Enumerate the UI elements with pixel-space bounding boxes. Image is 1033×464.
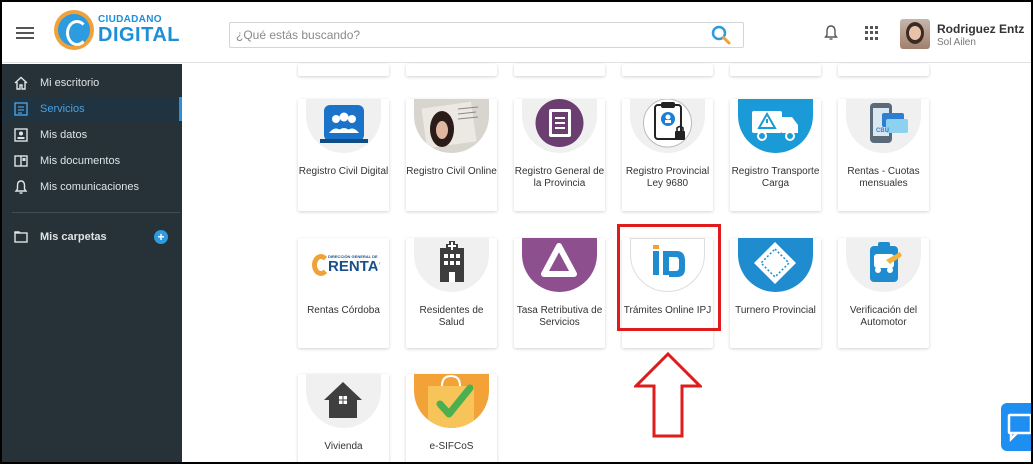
sidebar-item-mi-escritorio[interactable]: Mi escritorio (2, 71, 182, 95)
sidebar-item-servicios[interactable]: Servicios (2, 97, 182, 121)
id-card-icon (14, 128, 28, 142)
ciudadano-digital-logo[interactable]: CIUDADANO DIGITAL (54, 10, 180, 50)
service-card-label: Registro Provincial Ley 9680 (625, 166, 710, 189)
service-card-rentas-cuotas[interactable]: CBU Rentas - Cuotas mensuales (838, 99, 929, 211)
top-bar: CIUDADANO DIGITAL Rodriguez Entz Sol Ail… (2, 2, 1031, 63)
service-card-partial[interactable] (298, 64, 389, 76)
sidebar-item-mis-comunicaciones[interactable]: Mis comunicaciones (2, 175, 182, 199)
sidebar-item-label: Mi escritorio (40, 77, 100, 89)
shopping-bag-check-icon (428, 374, 474, 428)
service-card-e-sifcos[interactable]: e-SIFCoS (406, 374, 497, 462)
service-card-turnero-provincial[interactable]: Turnero Provincial (730, 238, 821, 348)
hospital-icon (440, 241, 464, 282)
service-card-label: Rentas - Cuotas mensuales (847, 166, 920, 189)
sidebar-item-label: Mis comunicaciones (40, 181, 140, 193)
service-card-partial[interactable] (622, 64, 713, 76)
svg-text:CBU: CBU (876, 128, 889, 134)
logo-emblem-icon (54, 10, 94, 50)
chat-button[interactable] (1001, 403, 1031, 451)
documents-icon (14, 155, 28, 167)
sidebar-item-mis-documentos[interactable]: Mis documentos (2, 149, 182, 173)
service-card-label: Vivienda (324, 441, 363, 452)
service-card-label: Verificación del Automotor (849, 305, 918, 328)
service-card-registro-transporte[interactable]: Registro Transporte Carga (730, 99, 821, 211)
up-arrow-annotation-icon (634, 352, 702, 438)
service-card-vivienda[interactable]: Vivienda (298, 374, 389, 462)
service-card-label: Residentes de Salud (419, 305, 484, 328)
ticket-icon (754, 242, 796, 284)
service-card-partial[interactable] (730, 64, 821, 76)
notifications-bell-icon[interactable] (824, 25, 838, 41)
sidebar-divider (12, 212, 180, 213)
sidebar-item-label: Mis carpetas (40, 231, 107, 243)
truck-icon (752, 111, 798, 141)
service-card-residentes-salud[interactable]: Residentes de Salud (406, 238, 497, 348)
sidebar-item-label: Mis documentos (40, 155, 121, 167)
folder-icon (14, 231, 28, 243)
people-icon (320, 105, 368, 143)
rentas-logo-icon: DIRECCIÓN GENERAL DE RENTAS (312, 254, 381, 276)
list-icon (14, 102, 28, 116)
search-input[interactable] (230, 23, 700, 47)
triangle-logo-icon (541, 243, 577, 277)
sidebar-item-label: Servicios (40, 103, 85, 115)
chat-bubble-icon (1007, 413, 1031, 443)
service-card-partial[interactable] (514, 64, 605, 76)
search-icon[interactable] (711, 25, 731, 45)
search-box (229, 22, 744, 48)
user-name[interactable]: Rodriguez Entz (937, 22, 1024, 36)
service-card-partial[interactable] (406, 64, 497, 76)
service-card-label: Registro Transporte Carga (731, 166, 820, 189)
service-card-label: Turnero Provincial (735, 305, 816, 316)
service-card-label: Registro Civil Digital (298, 166, 389, 177)
cbu-phone-icon: CBU (870, 103, 908, 143)
service-card-label: Tasa Retributiva de Servicios (516, 305, 603, 328)
rentas-logo-big-text: RENTAS (328, 258, 381, 275)
bell-icon (14, 180, 28, 194)
logo-big-text: DIGITAL (98, 24, 181, 46)
service-card-verificacion-automotor[interactable]: Verificación del Automotor (838, 238, 929, 348)
book-icon (535, 99, 584, 147)
service-card-registro-provincial[interactable]: Registro Provincial Ley 9680 (622, 99, 713, 211)
sidebar-item-label: Mis datos (40, 129, 88, 141)
sidebar-item-mis-datos[interactable]: Mis datos (2, 123, 182, 147)
highlight-box (617, 224, 721, 331)
service-card-partial[interactable] (838, 64, 929, 76)
home-icon (14, 76, 28, 90)
service-card-label: Rentas Córdoba (307, 305, 380, 316)
sidebar: Mi escritorio Servicios Mis datos Mis do… (2, 64, 182, 462)
service-card-label: e-SIFCoS (429, 441, 474, 452)
service-card-label: Registro General de la Provincia (514, 166, 605, 189)
car-check-icon (870, 242, 902, 282)
service-card-registro-civil-online[interactable]: Registro Civil Online (406, 99, 497, 211)
service-card-tasa-retributiva[interactable]: Tasa Retributiva de Servicios (514, 238, 605, 348)
user-subtitle: Sol Ailen (937, 37, 976, 48)
service-card-registro-general[interactable]: Registro General de la Provincia (514, 99, 605, 211)
avatar[interactable] (900, 19, 930, 49)
service-card-rentas-cordoba[interactable]: DIRECCIÓN GENERAL DE RENTAS Rentas Córdo… (298, 238, 389, 348)
menu-icon[interactable] (16, 27, 34, 39)
house-icon (324, 382, 362, 418)
service-card-registro-civil-digital[interactable]: Registro Civil Digital (298, 99, 389, 211)
secure-clipboard-icon (643, 99, 692, 148)
service-card-label: Registro Civil Online (406, 166, 497, 177)
id-photo-icon (414, 99, 489, 153)
apps-grid-icon[interactable] (865, 26, 879, 40)
app-window: CIUDADANO DIGITAL Rodriguez Entz Sol Ail… (0, 0, 1033, 464)
add-folder-icon[interactable]: + (154, 230, 168, 244)
